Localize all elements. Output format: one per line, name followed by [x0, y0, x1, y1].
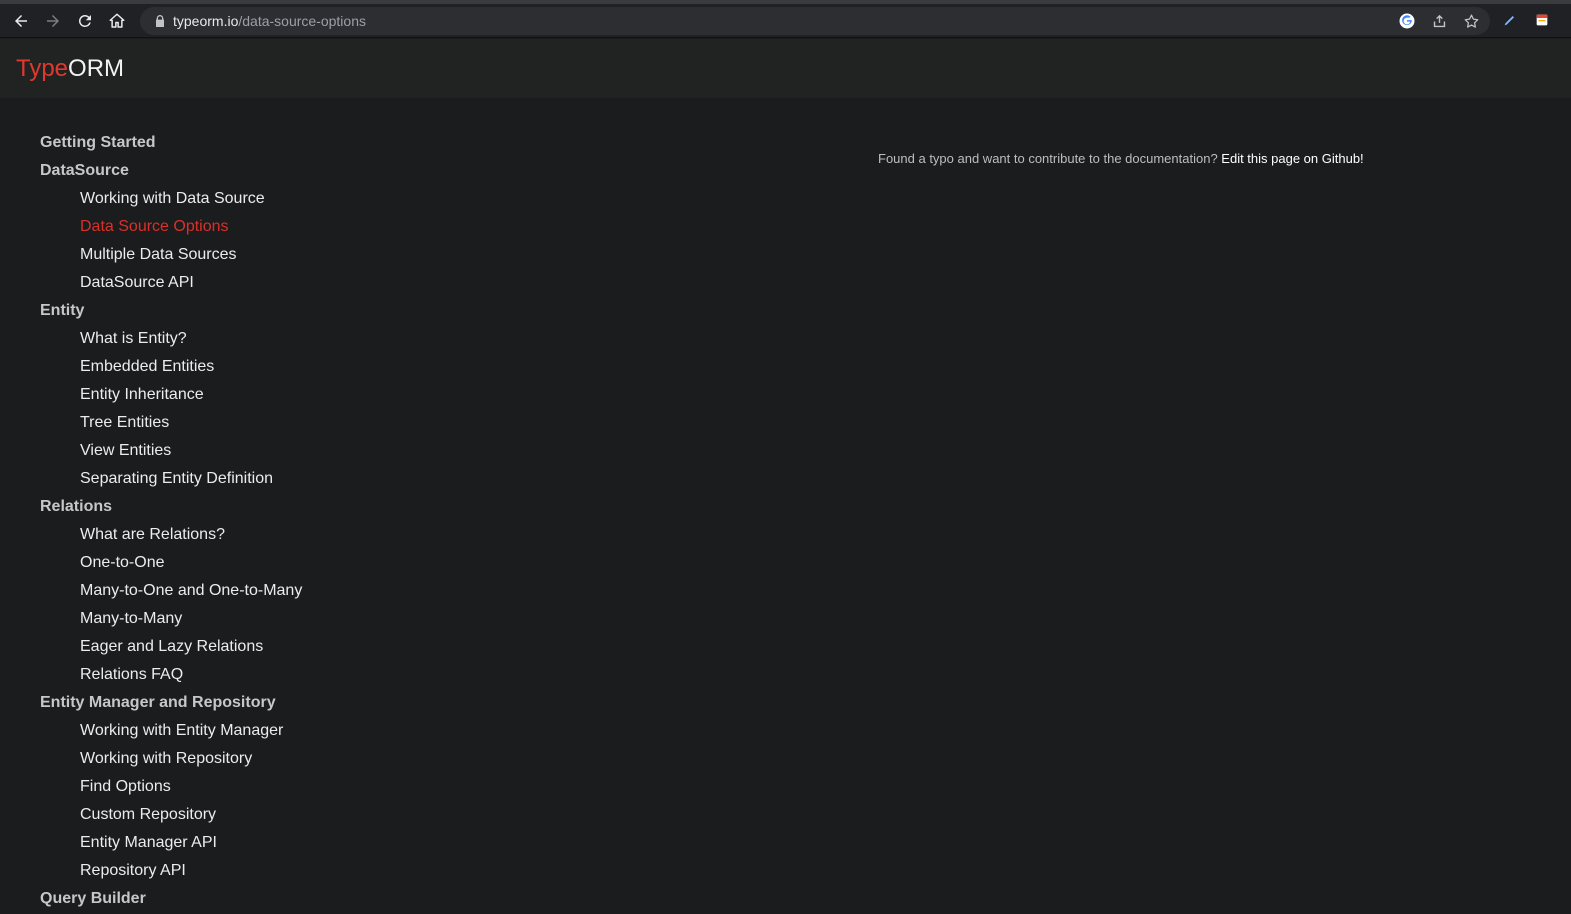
back-arrow-icon[interactable] — [8, 8, 34, 34]
sidebar-item-separating-entity-definition[interactable]: Separating Entity Definition — [80, 469, 273, 489]
sidebar-item-find-options[interactable]: Find Options — [80, 777, 171, 797]
section-entity[interactable]: Entity — [40, 301, 84, 321]
docs-sidebar: Getting Started DataSource Working with … — [0, 98, 500, 914]
share-icon[interactable] — [1429, 11, 1449, 31]
sidebar-item-entity-manager-api[interactable]: Entity Manager API — [80, 833, 217, 853]
google-icon[interactable] — [1397, 11, 1417, 31]
logo-type-text: Type — [16, 55, 69, 82]
home-icon[interactable] — [104, 8, 130, 34]
sidebar-item-what-is-entity[interactable]: What is Entity? — [80, 329, 187, 349]
sidebar-item-tree-entities[interactable]: Tree Entities — [80, 413, 169, 433]
sidebar-item-working-with-repository[interactable]: Working with Repository — [80, 749, 252, 769]
sidebar-item-what-are-relations[interactable]: What are Relations? — [80, 525, 225, 545]
url-text[interactable]: typeorm.io/data-source-options — [173, 12, 366, 30]
typeorm-logo[interactable]: TypeORM — [16, 55, 124, 83]
sidebar-item-relations-faq[interactable]: Relations FAQ — [80, 665, 183, 685]
site-header: TypeORM — [0, 39, 1571, 98]
browser-toolbar: typeorm.io/data-source-options — [0, 4, 1571, 38]
reload-icon[interactable] — [72, 8, 98, 34]
sidebar-item-working-with-entity-manager[interactable]: Working with Entity Manager — [80, 721, 283, 741]
edit-on-github-link[interactable]: Edit this page on Github! — [1221, 151, 1363, 166]
section-datasource[interactable]: DataSource — [40, 161, 129, 181]
sidebar-item-multiple-data-sources[interactable]: Multiple Data Sources — [80, 245, 237, 265]
sidebar-item-one-to-one[interactable]: One-to-One — [80, 553, 164, 573]
sidebar-item-data-source-options[interactable]: Data Source Options — [80, 217, 229, 237]
sidebar-item-embedded-entities[interactable]: Embedded Entities — [80, 357, 214, 377]
sidebar-item-datasource-api[interactable]: DataSource API — [80, 273, 194, 293]
contribute-text: Found a typo and want to contribute to t… — [878, 151, 1222, 166]
url-path: /data-source-options — [238, 13, 366, 29]
calendar-extension-icon[interactable] — [1532, 10, 1552, 30]
section-getting-started[interactable]: Getting Started — [40, 133, 156, 153]
section-entity-manager-and-repository[interactable]: Entity Manager and Repository — [40, 693, 276, 713]
section-relations[interactable]: Relations — [40, 497, 112, 517]
url-host: typeorm.io — [173, 13, 239, 29]
sidebar-item-eager-and-lazy-relations[interactable]: Eager and Lazy Relations — [80, 637, 263, 657]
section-query-builder[interactable]: Query Builder — [40, 889, 146, 909]
lock-icon[interactable] — [152, 13, 168, 29]
address-bar[interactable]: typeorm.io/data-source-options — [140, 7, 1490, 35]
forward-arrow-icon[interactable] — [40, 8, 66, 34]
star-icon[interactable] — [1461, 11, 1481, 31]
sidebar-item-view-entities[interactable]: View Entities — [80, 441, 171, 461]
sidebar-item-working-with-data-source[interactable]: Working with Data Source — [80, 189, 265, 209]
pen-extension-icon[interactable] — [1500, 10, 1520, 30]
sidebar-item-many-to-one-and-one-to-many[interactable]: Many-to-One and One-to-Many — [80, 581, 302, 601]
sidebar-item-many-to-many[interactable]: Many-to-Many — [80, 609, 182, 629]
sidebar-item-entity-inheritance[interactable]: Entity Inheritance — [80, 385, 204, 405]
contribute-note: Found a typo and want to contribute to t… — [878, 150, 1364, 168]
sidebar-item-repository-api[interactable]: Repository API — [80, 861, 186, 881]
sidebar-item-custom-repository[interactable]: Custom Repository — [80, 805, 216, 825]
logo-orm-text: ORM — [68, 55, 125, 82]
